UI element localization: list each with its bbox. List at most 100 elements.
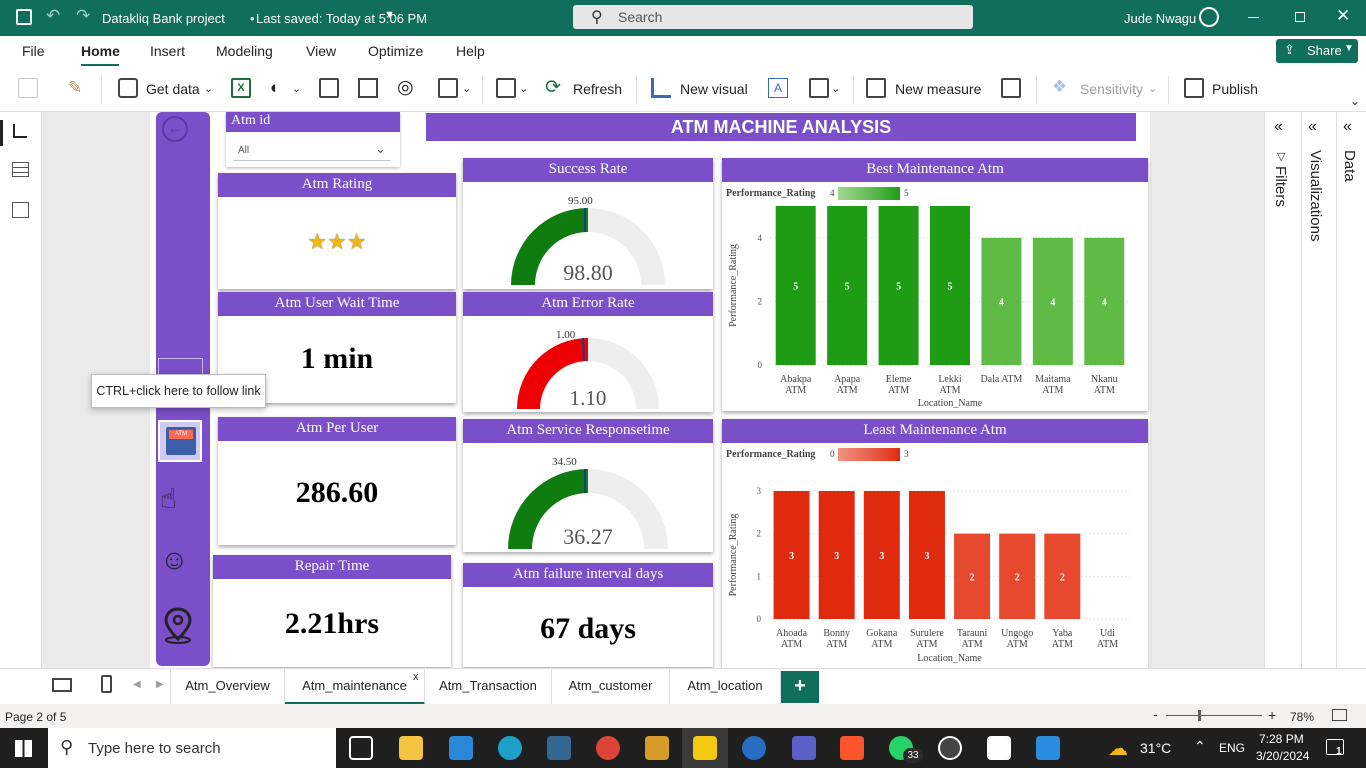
sql-icon[interactable] bbox=[319, 78, 339, 98]
chevron-down-icon[interactable]: ⌄ bbox=[462, 82, 471, 95]
close-tab-icon[interactable]: x bbox=[413, 671, 419, 683]
zoom-slider-thumb[interactable] bbox=[1198, 710, 1201, 721]
fit-to-page-icon[interactable] bbox=[1332, 709, 1347, 721]
store-icon[interactable] bbox=[449, 736, 473, 760]
table-view-icon[interactable] bbox=[12, 162, 29, 177]
report-view-icon[interactable] bbox=[13, 124, 27, 138]
close-icon[interactable]: ✕ bbox=[1336, 6, 1350, 26]
mobile-layout-icon[interactable] bbox=[101, 675, 112, 693]
text-box-icon[interactable]: A bbox=[768, 78, 788, 98]
task-view-icon[interactable] bbox=[349, 736, 373, 760]
expand-filters-icon[interactable]: « bbox=[1274, 118, 1283, 136]
zoom-out-button[interactable]: - bbox=[1153, 706, 1158, 722]
undo-icon[interactable]: ↶ bbox=[46, 6, 60, 26]
publish-icon[interactable] bbox=[1184, 78, 1204, 98]
zoom-level[interactable]: 78% bbox=[1290, 710, 1314, 724]
refresh-button[interactable]: Refresh bbox=[573, 81, 622, 97]
weather-temp[interactable]: 31°C bbox=[1140, 740, 1171, 756]
collapse-ribbon-icon[interactable]: ⌄ bbox=[1350, 94, 1360, 108]
postgres-icon[interactable] bbox=[547, 736, 571, 760]
menu-home[interactable]: Home bbox=[81, 43, 120, 59]
transform-data-icon[interactable] bbox=[496, 78, 516, 98]
r-studio-icon[interactable] bbox=[742, 736, 766, 760]
transaction-hands-icon[interactable]: ☝ bbox=[160, 482, 177, 515]
filters-pane-label[interactable]: Filters bbox=[1272, 166, 1289, 207]
slicer-dropdown[interactable]: All ⌄ bbox=[233, 141, 391, 161]
pdf-reader-icon[interactable] bbox=[987, 736, 1011, 760]
save-icon[interactable] bbox=[16, 9, 32, 25]
clock-date[interactable]: 3/20/2024 bbox=[1256, 749, 1309, 763]
calculator-icon[interactable] bbox=[866, 78, 886, 98]
prev-page-icon[interactable]: ◀ bbox=[133, 679, 141, 690]
chevron-down-icon[interactable]: ⌄ bbox=[204, 82, 213, 95]
media-player-icon[interactable] bbox=[938, 736, 962, 760]
excel-icon[interactable]: X bbox=[231, 78, 251, 98]
minimize-icon[interactable] bbox=[1248, 17, 1259, 18]
user-name[interactable]: Jude Nwagu bbox=[1124, 11, 1196, 26]
tab-atm-transaction[interactable]: Atm_Transaction bbox=[425, 669, 552, 705]
refresh-icon[interactable]: ⟳ bbox=[545, 76, 561, 99]
zoom-in-button[interactable]: + bbox=[1268, 707, 1276, 723]
maximize-icon[interactable] bbox=[1295, 12, 1305, 22]
publish-button[interactable]: Publish bbox=[1212, 81, 1258, 97]
tray-chevron-icon[interactable]: ⌃ bbox=[1194, 738, 1206, 755]
photos-icon[interactable] bbox=[1036, 736, 1060, 760]
new-visual-icon[interactable] bbox=[651, 78, 671, 98]
menu-modeling[interactable]: Modeling bbox=[216, 43, 273, 59]
share-button[interactable]: ⇪ Share ▼ bbox=[1276, 39, 1358, 63]
chevron-down-icon[interactable]: ▼ bbox=[384, 9, 395, 21]
search-input[interactable]: ⚲ Search bbox=[573, 5, 973, 29]
enter-data-icon[interactable] bbox=[358, 78, 378, 98]
tab-atm-location[interactable]: Atm_location bbox=[670, 669, 781, 705]
back-arrow-icon[interactable]: ← bbox=[162, 116, 188, 142]
visualizations-pane-label[interactable]: Visualizations bbox=[1307, 150, 1324, 241]
dataverse-icon[interactable]: ◐ bbox=[270, 78, 280, 98]
filter-icon[interactable]: ▽ bbox=[1277, 150, 1285, 163]
get-data-button[interactable]: Get data bbox=[146, 81, 200, 97]
format-painter-icon[interactable]: ✎ bbox=[68, 78, 82, 98]
avatar-icon[interactable] bbox=[1199, 7, 1219, 27]
atm-id-slicer[interactable]: Atm id All ⌄ bbox=[226, 112, 400, 167]
windows-start-icon[interactable] bbox=[15, 740, 32, 757]
get-data-icon[interactable] bbox=[118, 78, 138, 98]
new-visual-button[interactable]: New visual bbox=[680, 81, 748, 97]
chevron-down-icon[interactable]: ⌄ bbox=[519, 82, 528, 95]
file-explorer-icon[interactable] bbox=[399, 736, 423, 760]
last-saved[interactable]: Last saved: Today at 5:06 PM bbox=[256, 11, 427, 26]
paste-icon[interactable] bbox=[18, 78, 38, 98]
more-visuals-icon[interactable] bbox=[809, 78, 829, 98]
expand-data-icon[interactable]: « bbox=[1343, 118, 1352, 136]
zoom-slider[interactable] bbox=[1166, 715, 1262, 716]
nav-item-maintenance[interactable]: ATM bbox=[158, 420, 202, 462]
chrome-icon[interactable] bbox=[596, 736, 620, 760]
teams-icon[interactable] bbox=[792, 736, 816, 760]
data-pane-label[interactable]: Data bbox=[1341, 150, 1358, 182]
customers-group-icon[interactable]: ☺ bbox=[160, 544, 189, 576]
datahub-icon[interactable]: ◎ bbox=[397, 76, 414, 99]
brave-icon[interactable] bbox=[840, 736, 864, 760]
chevron-down-icon[interactable]: ⌄ bbox=[831, 82, 840, 95]
tab-atm-customer[interactable]: Atm_customer bbox=[552, 669, 670, 705]
taskbar-search-input[interactable]: ⚲ Type here to search bbox=[48, 728, 336, 768]
edge-icon[interactable] bbox=[498, 736, 522, 760]
location-pin-icon[interactable] bbox=[161, 606, 195, 644]
clock-time[interactable]: 7:28 PM bbox=[1259, 732, 1304, 746]
menu-insert[interactable]: Insert bbox=[150, 43, 185, 59]
desktop-layout-icon[interactable] bbox=[52, 678, 72, 692]
tab-atm-maintenance[interactable]: Atm_maintenance bbox=[285, 669, 425, 705]
menu-help[interactable]: Help bbox=[456, 43, 485, 59]
chevron-down-icon[interactable]: ⌄ bbox=[292, 82, 301, 95]
menu-file[interactable]: File bbox=[22, 43, 45, 59]
new-measure-button[interactable]: New measure bbox=[895, 81, 981, 97]
weather-icon[interactable]: ☁ bbox=[1108, 736, 1128, 761]
menu-view[interactable]: View bbox=[306, 43, 336, 59]
menu-optimize[interactable]: Optimize bbox=[368, 43, 423, 59]
tools-icon[interactable] bbox=[645, 736, 669, 760]
next-page-icon[interactable]: ▶ bbox=[156, 679, 164, 690]
recent-sources-icon[interactable] bbox=[438, 78, 458, 98]
language-indicator[interactable]: ENG bbox=[1219, 741, 1245, 755]
expand-visualizations-icon[interactable]: « bbox=[1308, 118, 1317, 136]
model-view-icon[interactable] bbox=[12, 202, 29, 218]
redo-icon[interactable]: ↷ bbox=[76, 6, 90, 26]
power-bi-icon[interactable] bbox=[693, 736, 717, 760]
